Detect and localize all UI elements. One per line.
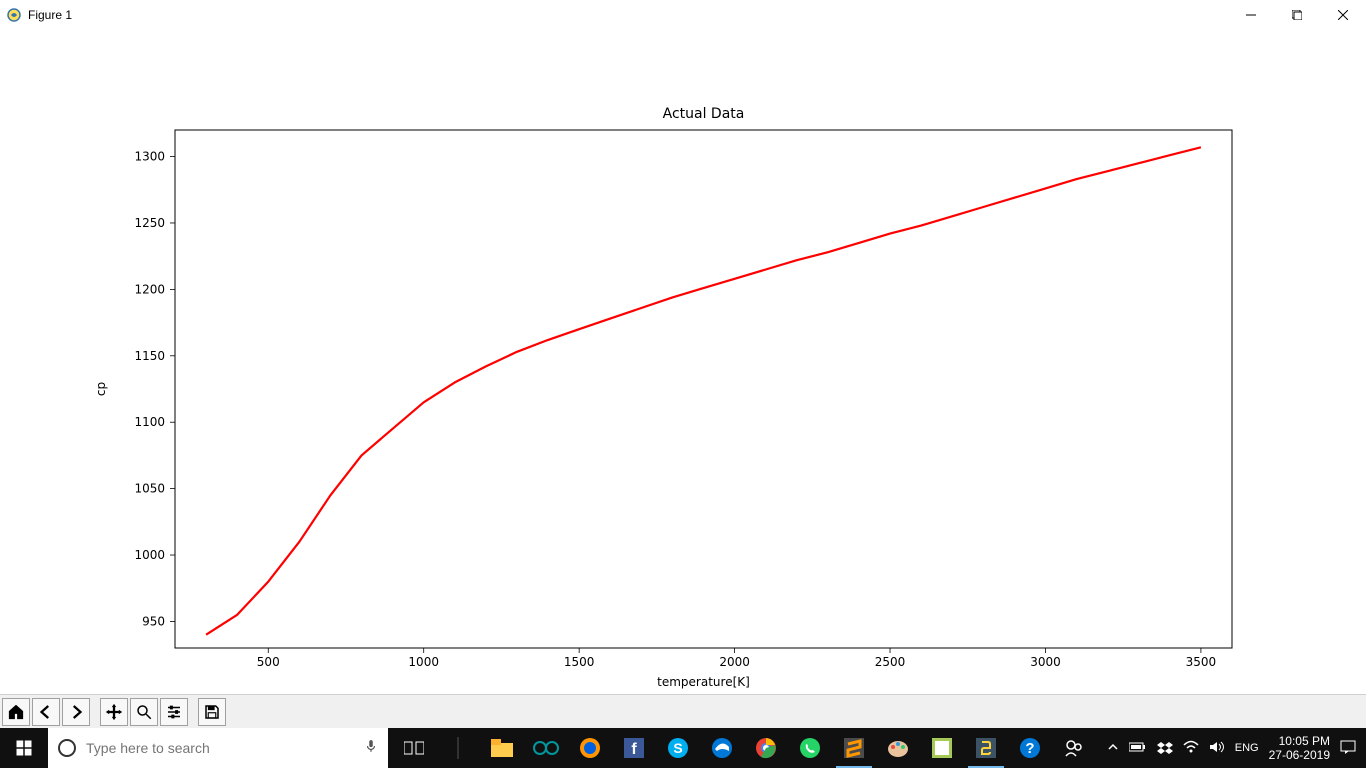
- help-icon[interactable]: ?: [1008, 728, 1052, 768]
- language-indicator[interactable]: ENG: [1235, 742, 1259, 754]
- svg-text:500: 500: [257, 655, 280, 669]
- window-title: Figure 1: [28, 8, 72, 22]
- task-view-icon[interactable]: [392, 728, 436, 768]
- home-button[interactable]: [2, 698, 30, 726]
- edge-icon[interactable]: [700, 728, 744, 768]
- svg-text:1150: 1150: [134, 349, 165, 363]
- svg-text:1500: 1500: [564, 655, 595, 669]
- file-explorer-icon[interactable]: [480, 728, 524, 768]
- search-input[interactable]: [86, 740, 354, 756]
- svg-text:?: ?: [1025, 740, 1034, 757]
- taskbar-apps: f S ?: [392, 728, 1096, 768]
- volume-icon[interactable]: [1209, 740, 1225, 757]
- svg-text:3000: 3000: [1030, 655, 1061, 669]
- mic-icon[interactable]: [364, 737, 378, 760]
- close-button[interactable]: [1320, 0, 1366, 30]
- arduino-icon[interactable]: [524, 728, 568, 768]
- svg-text:temperature[K]: temperature[K]: [657, 675, 750, 689]
- svg-text:2000: 2000: [719, 655, 750, 669]
- forward-button[interactable]: [62, 698, 90, 726]
- dropbox-icon[interactable]: [1157, 740, 1173, 757]
- svg-text:1250: 1250: [134, 216, 165, 230]
- svg-text:1100: 1100: [134, 415, 165, 429]
- firefox-icon[interactable]: [568, 728, 612, 768]
- svg-text:f: f: [631, 741, 637, 758]
- svg-text:1000: 1000: [134, 548, 165, 562]
- app-icon: [6, 7, 22, 23]
- skype-icon[interactable]: S: [656, 728, 700, 768]
- svg-text:1300: 1300: [134, 150, 165, 164]
- windows-taskbar: f S ? ENG 10:05 PM 27-06-2019: [0, 728, 1366, 768]
- pan-button[interactable]: [100, 698, 128, 726]
- zoom-button[interactable]: [130, 698, 158, 726]
- save-button[interactable]: [198, 698, 226, 726]
- facebook-icon[interactable]: f: [612, 728, 656, 768]
- people-icon[interactable]: [1052, 728, 1096, 768]
- window-titlebar: Figure 1: [0, 0, 1366, 30]
- svg-text:Actual Data: Actual Data: [663, 106, 745, 122]
- svg-text:cp: cp: [94, 382, 108, 396]
- svg-text:2500: 2500: [875, 655, 906, 669]
- system-tray: ENG 10:05 PM 27-06-2019: [1097, 734, 1366, 763]
- taskbar-divider: [436, 728, 480, 768]
- paint-icon[interactable]: [876, 728, 920, 768]
- svg-text:1050: 1050: [134, 482, 165, 496]
- svg-text:1000: 1000: [408, 655, 439, 669]
- tray-chevron-icon[interactable]: [1107, 741, 1119, 756]
- start-button[interactable]: [0, 728, 48, 768]
- svg-text:S: S: [673, 740, 682, 756]
- wifi-icon[interactable]: [1183, 740, 1199, 757]
- battery-icon[interactable]: [1129, 741, 1147, 756]
- taskbar-time: 10:05 PM: [1269, 734, 1330, 748]
- back-button[interactable]: [32, 698, 60, 726]
- sublime-icon[interactable]: [832, 728, 876, 768]
- taskbar-date: 27-06-2019: [1269, 748, 1330, 762]
- cortana-icon: [58, 739, 76, 757]
- maximize-button[interactable]: [1274, 0, 1320, 30]
- mpl-toolbar: [0, 694, 1366, 728]
- svg-text:3500: 3500: [1186, 655, 1217, 669]
- action-center-icon[interactable]: [1340, 739, 1356, 758]
- chrome-icon[interactable]: [744, 728, 788, 768]
- chart-svg: 500 1000 1500 2000 2500 3000 3500 950 1000 1050 11…: [0, 30, 1366, 694]
- taskbar-clock[interactable]: 10:05 PM 27-06-2019: [1269, 734, 1330, 763]
- chart-canvas: 500 1000 1500 2000 2500 3000 3500 950 1000 1050 11…: [0, 30, 1366, 694]
- svg-text:1200: 1200: [134, 282, 165, 296]
- whatsapp-icon[interactable]: [788, 728, 832, 768]
- svg-text:950: 950: [142, 614, 165, 628]
- configure-button[interactable]: [160, 698, 188, 726]
- python-icon[interactable]: [964, 728, 1008, 768]
- minimize-button[interactable]: [1228, 0, 1274, 30]
- taskbar-search[interactable]: [48, 728, 388, 768]
- notepadpp-icon[interactable]: [920, 728, 964, 768]
